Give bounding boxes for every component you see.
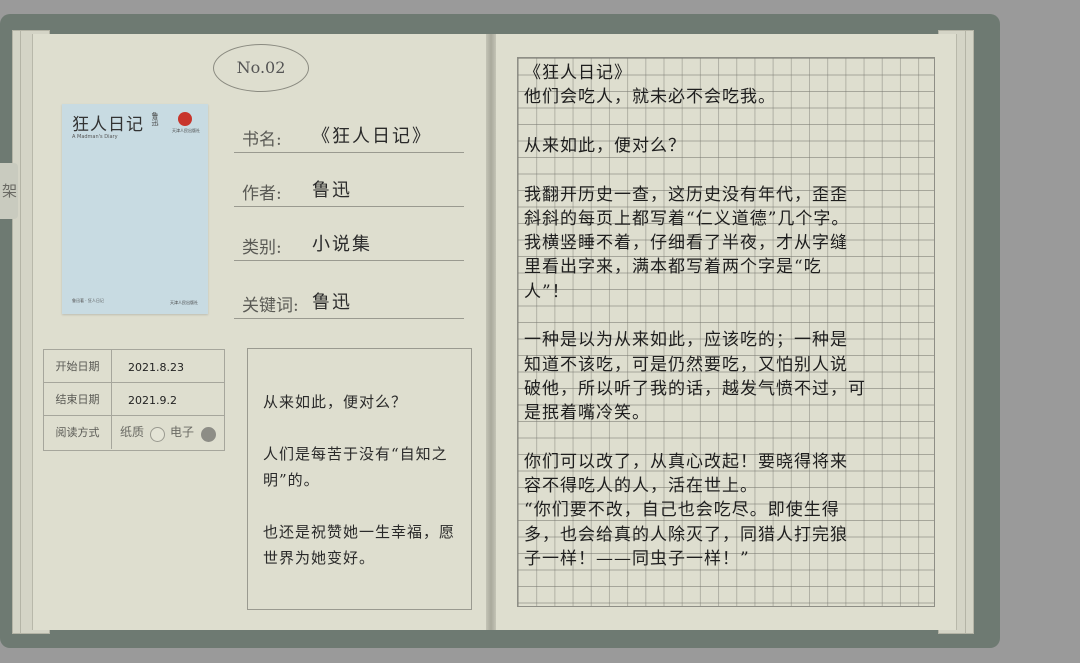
field-label: 类别: bbox=[242, 238, 282, 258]
read-mode-paper-radio[interactable] bbox=[150, 427, 165, 442]
start-date-row[interactable]: 开始日期 2021.8.23 bbox=[44, 350, 224, 383]
reading-info-table: 开始日期 2021.8.23 结束日期 2021.9.2 阅读方式 纸质 电子 bbox=[43, 349, 225, 451]
diary-line: 一种是以为从来如此，应该吃的；一种是 bbox=[524, 330, 848, 351]
cover-bottom-left: 鲁迅著 · 狂人日记 bbox=[72, 298, 104, 303]
quote-paragraph: 人们是每苦于没有“自知之明”的。 bbox=[263, 445, 448, 489]
end-date-row[interactable]: 结束日期 2021.9.2 bbox=[44, 383, 224, 416]
field-value: 鲁迅 bbox=[312, 180, 352, 201]
field-value: 鲁迅 bbox=[312, 292, 352, 313]
quote-paragraph: 从来如此，便对么？ bbox=[263, 393, 408, 411]
diary-line: 里看出字来，满本都写着两个字是“吃 bbox=[524, 257, 822, 278]
field-keywords[interactable]: 关键词: 鲁迅 bbox=[234, 284, 464, 319]
diary-line: 从来如此，便对么？ bbox=[524, 135, 686, 156]
diary-line: 知道不该吃，可是仍然要吃，又怕别人说 bbox=[524, 354, 848, 375]
book-spine bbox=[486, 34, 496, 630]
diary-line: “你们要不改，自己也会吃尽。即使生得 bbox=[524, 500, 840, 521]
field-value: 《狂人日记》 bbox=[312, 126, 432, 147]
diary-line: 人”！ bbox=[524, 281, 570, 302]
field-value: 小说集 bbox=[312, 234, 372, 255]
quote-box[interactable]: 从来如此，便对么？ 人们是每苦于没有“自知之明”的。 也还是祝赞她一生幸福，愿世… bbox=[247, 348, 472, 610]
record-number: No.02 bbox=[213, 44, 309, 92]
read-mode-label: 阅读方式 bbox=[44, 416, 112, 449]
cover-title: 狂人日记 bbox=[72, 115, 144, 135]
diary-title: 《狂人日记》 bbox=[524, 63, 632, 83]
end-date-label: 结束日期 bbox=[44, 383, 112, 415]
read-mode-paper-label: 纸质 bbox=[120, 425, 145, 439]
field-author[interactable]: 作者: 鲁迅 bbox=[234, 172, 464, 207]
read-mode-ebook-label: 电子 bbox=[170, 425, 195, 439]
cover-bottom-right: 天津人民出版社 bbox=[170, 300, 198, 305]
quote-paragraph: 也还是祝赞她一生幸福，愿世界为她变好。 bbox=[263, 523, 456, 567]
diary-line: 是抿着嘴冷笑。 bbox=[524, 403, 650, 424]
diary-line: 我横竖睡不着，仔细看了半夜，才从字缝 bbox=[524, 233, 848, 254]
start-date-label: 开始日期 bbox=[44, 350, 112, 382]
field-label: 关键词: bbox=[242, 296, 299, 316]
diary-line: 他们会吃人，就未必不会吃我。 bbox=[524, 87, 776, 108]
diary-line: 子一样！——同虫子一样！” bbox=[524, 549, 750, 569]
diary-line: 容不得吃人的人，活在世上。 bbox=[524, 476, 758, 497]
cover-badge-text: 天津人民出版社 bbox=[172, 128, 200, 133]
read-mode-row: 阅读方式 纸质 电子 bbox=[44, 416, 224, 449]
read-mode-ebook-radio[interactable] bbox=[201, 427, 216, 442]
cover-author-mark: 鲁迅 bbox=[151, 112, 159, 126]
cover-subtitle: A Madman's Diary bbox=[72, 134, 118, 140]
book-cover[interactable]: 狂人日记 A Madman's Diary 鲁迅 天津人民出版社 鲁迅著 · 狂… bbox=[62, 104, 208, 314]
end-date-value: 2021.9.2 bbox=[128, 394, 177, 407]
diary-line: 斜斜的每页上都写着“仁义道德”几个字。 bbox=[524, 208, 850, 229]
field-label: 作者: bbox=[242, 184, 282, 204]
publisher-seal-icon bbox=[178, 112, 192, 126]
diary-line: 破他，所以听了我的话，越发气愤不过，可 bbox=[524, 378, 866, 399]
field-label: 书名: bbox=[242, 130, 282, 150]
field-title[interactable]: 书名: 《狂人日记》 bbox=[234, 118, 464, 153]
field-category[interactable]: 类别: 小说集 bbox=[234, 226, 464, 261]
diary-line: 你们可以改了，从真心改起！要晓得将来 bbox=[524, 451, 848, 472]
start-date-value: 2021.8.23 bbox=[128, 361, 184, 374]
diary-line: 我翻开历史一查，这历史没有年代，歪歪 bbox=[524, 184, 848, 205]
diary-line: 多，也会给真的人除灭了，同猎人打完狼 bbox=[524, 524, 848, 545]
bookshelf-tab[interactable]: 架 bbox=[0, 163, 18, 219]
